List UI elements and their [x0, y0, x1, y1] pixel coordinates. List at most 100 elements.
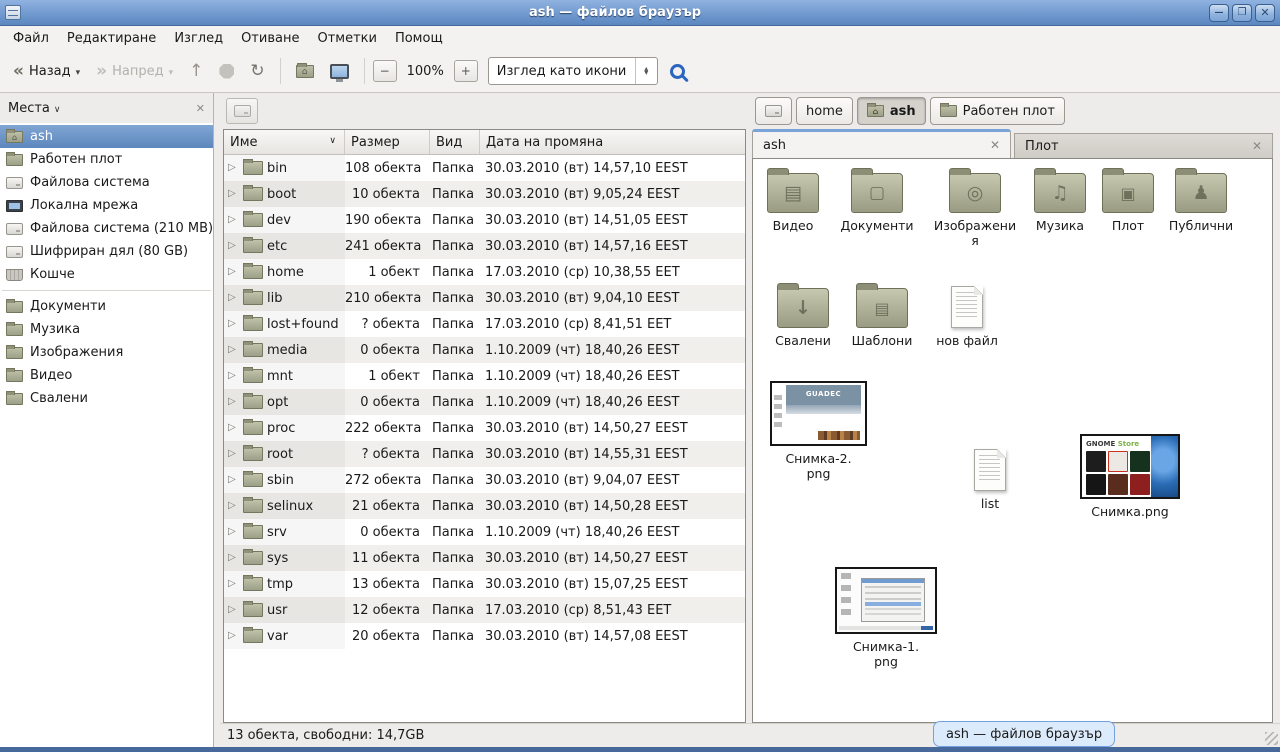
sidebar-mode-caret-icon[interactable] — [54, 102, 61, 115]
expander-icon[interactable] — [228, 215, 239, 225]
sidebar-place-item[interactable]: Файлова система — [0, 171, 213, 194]
home-button[interactable] — [289, 59, 321, 84]
table-row[interactable]: etc 241 обекта Папка 30.03.2010 (вт) 14,… — [224, 233, 745, 259]
expander-icon[interactable] — [228, 267, 239, 277]
expander-icon[interactable] — [228, 449, 239, 459]
icon-item-templates[interactable]: Шаблони — [837, 288, 927, 348]
expander-icon[interactable] — [228, 163, 239, 173]
sidebar-folder-item[interactable]: Видео — [0, 364, 213, 387]
search-icon[interactable] — [670, 64, 685, 79]
table-row[interactable]: opt 0 обекта Папка 1.10.2009 (чт) 18,40,… — [224, 389, 745, 415]
tab-close-icon[interactable] — [990, 139, 1000, 152]
stop-button[interactable] — [212, 58, 241, 85]
icon-item-pictures[interactable]: Изображения — [933, 173, 1017, 249]
column-header-size[interactable]: Размер — [345, 130, 430, 154]
minimize-button[interactable] — [1209, 4, 1229, 22]
sidebar-place-item[interactable]: Кошче — [0, 263, 213, 286]
icon-item-documents[interactable]: Документи — [832, 173, 922, 233]
back-button[interactable]: Назад — [6, 57, 87, 86]
breadcrumb-desktop-button[interactable]: Работен плот — [930, 97, 1065, 125]
breadcrumb-root-button[interactable] — [755, 97, 792, 125]
expander-icon[interactable] — [228, 501, 239, 511]
resize-grip[interactable] — [1265, 732, 1278, 745]
titlebar[interactable]: ash — файлов браузър — [0, 0, 1280, 26]
table-row[interactable]: lost+found ? обекта Папка 17.03.2010 (ср… — [224, 311, 745, 337]
table-row[interactable]: bin 108 обекта Папка 30.03.2010 (вт) 14,… — [224, 155, 745, 181]
table-row[interactable]: lib 210 обекта Папка 30.03.2010 (вт) 9,0… — [224, 285, 745, 311]
forward-button[interactable]: Напред — [89, 57, 180, 86]
tab-close-icon[interactable] — [1252, 140, 1262, 153]
expander-icon[interactable] — [228, 527, 239, 537]
column-header-type[interactable]: Вид — [430, 130, 480, 154]
back-history-caret-icon[interactable] — [76, 65, 81, 78]
breadcrumb-ash-button[interactable]: ash — [857, 97, 926, 125]
table-row[interactable]: usr 12 обекта Папка 17.03.2010 (ср) 8,51… — [224, 597, 745, 623]
location-root-button[interactable] — [226, 98, 258, 124]
expander-icon[interactable] — [228, 345, 239, 355]
menu-item[interactable]: Файл — [4, 28, 58, 49]
view-mode-spinner-icon[interactable]: ▴▾ — [635, 58, 657, 84]
zoom-out-button[interactable]: − — [373, 60, 397, 82]
close-button[interactable] — [1255, 4, 1275, 22]
sidebar-title[interactable]: Места — [8, 101, 50, 116]
icon-item-downloads[interactable]: Свалени — [758, 288, 848, 348]
forward-history-caret-icon[interactable] — [169, 65, 174, 78]
table-row[interactable]: tmp 13 обекта Папка 30.03.2010 (вт) 15,0… — [224, 571, 745, 597]
tab-plot[interactable]: Плот — [1014, 133, 1273, 158]
expander-icon[interactable] — [228, 241, 239, 251]
expander-icon[interactable] — [228, 397, 239, 407]
tab-ash[interactable]: ash — [752, 129, 1011, 158]
table-row[interactable]: mnt 1 обект Папка 1.10.2009 (чт) 18,40,2… — [224, 363, 745, 389]
view-mode-select[interactable]: Изглед като икони ▴▾ — [488, 57, 658, 85]
icon-item-new-file[interactable]: нов файл — [922, 286, 1012, 348]
table-row[interactable]: sys 11 обекта Папка 30.03.2010 (вт) 14,5… — [224, 545, 745, 571]
sidebar-folder-item[interactable]: Документи — [0, 295, 213, 318]
menu-item[interactable]: Отиване — [232, 28, 308, 49]
icon-item-snimka[interactable]: GNOME Store Снимка.png — [1078, 434, 1182, 519]
icon-item-public[interactable]: Публични — [1156, 173, 1246, 233]
sidebar-close-icon[interactable] — [196, 102, 205, 115]
table-row[interactable]: selinux 21 обекта Папка 30.03.2010 (вт) … — [224, 493, 745, 519]
icon-item-snimka2[interactable]: GUADEC Снимка-2.png — [768, 381, 869, 482]
menu-item[interactable]: Изглед — [165, 28, 232, 49]
sidebar-place-item[interactable]: Локална мрежа — [0, 194, 213, 217]
expander-icon[interactable] — [228, 475, 239, 485]
up-button[interactable] — [182, 57, 210, 86]
expander-icon[interactable] — [228, 189, 239, 199]
table-row[interactable]: root ? обекта Папка 30.03.2010 (вт) 14,5… — [224, 441, 745, 467]
menu-item[interactable]: Редактиране — [58, 28, 165, 49]
column-header-name[interactable]: Име — [224, 130, 345, 154]
maximize-button[interactable] — [1232, 4, 1252, 22]
expander-icon[interactable] — [228, 371, 239, 381]
icon-item-video[interactable]: Видео — [753, 173, 833, 233]
computer-button[interactable] — [323, 58, 356, 85]
icon-item-snimka1[interactable]: Снимка-1.png — [833, 567, 939, 670]
breadcrumb-home-button[interactable]: home — [796, 97, 853, 125]
icon-item-list[interactable]: list — [960, 449, 1020, 511]
menu-item[interactable]: Помощ — [386, 28, 452, 49]
expander-icon[interactable] — [228, 553, 239, 563]
expander-icon[interactable] — [228, 423, 239, 433]
expander-icon[interactable] — [228, 319, 239, 329]
table-row[interactable]: dev 190 обекта Папка 30.03.2010 (вт) 14,… — [224, 207, 745, 233]
expander-icon[interactable] — [228, 293, 239, 303]
icon-view-canvas[interactable]: Видео Документи Изображения Музика — [752, 158, 1273, 723]
sidebar-folder-item[interactable]: Свалени — [0, 387, 213, 410]
expander-icon[interactable] — [228, 605, 239, 615]
sidebar-folder-item[interactable]: Музика — [0, 318, 213, 341]
expander-icon[interactable] — [228, 579, 239, 589]
expander-icon[interactable] — [228, 631, 239, 641]
sidebar-place-item[interactable]: Шифриран дял (80 GB) — [0, 240, 213, 263]
reload-button[interactable] — [243, 57, 271, 86]
table-row[interactable]: proc 222 обекта Папка 30.03.2010 (вт) 14… — [224, 415, 745, 441]
table-row[interactable]: home 1 обект Папка 17.03.2010 (ср) 10,38… — [224, 259, 745, 285]
table-row[interactable]: srv 0 обекта Папка 1.10.2009 (чт) 18,40,… — [224, 519, 745, 545]
sidebar-place-item[interactable]: Файлова система (210 MB) — [0, 217, 213, 240]
column-header-date[interactable]: Дата на промяна — [480, 130, 745, 154]
table-row[interactable]: media 0 обекта Папка 1.10.2009 (чт) 18,4… — [224, 337, 745, 363]
table-row[interactable]: sbin 272 обекта Папка 30.03.2010 (вт) 9,… — [224, 467, 745, 493]
zoom-in-button[interactable]: + — [454, 60, 478, 82]
sidebar-place-item[interactable]: Работен плот — [0, 148, 213, 171]
table-row[interactable]: boot 10 обекта Папка 30.03.2010 (вт) 9,0… — [224, 181, 745, 207]
sidebar-folder-item[interactable]: Изображения — [0, 341, 213, 364]
